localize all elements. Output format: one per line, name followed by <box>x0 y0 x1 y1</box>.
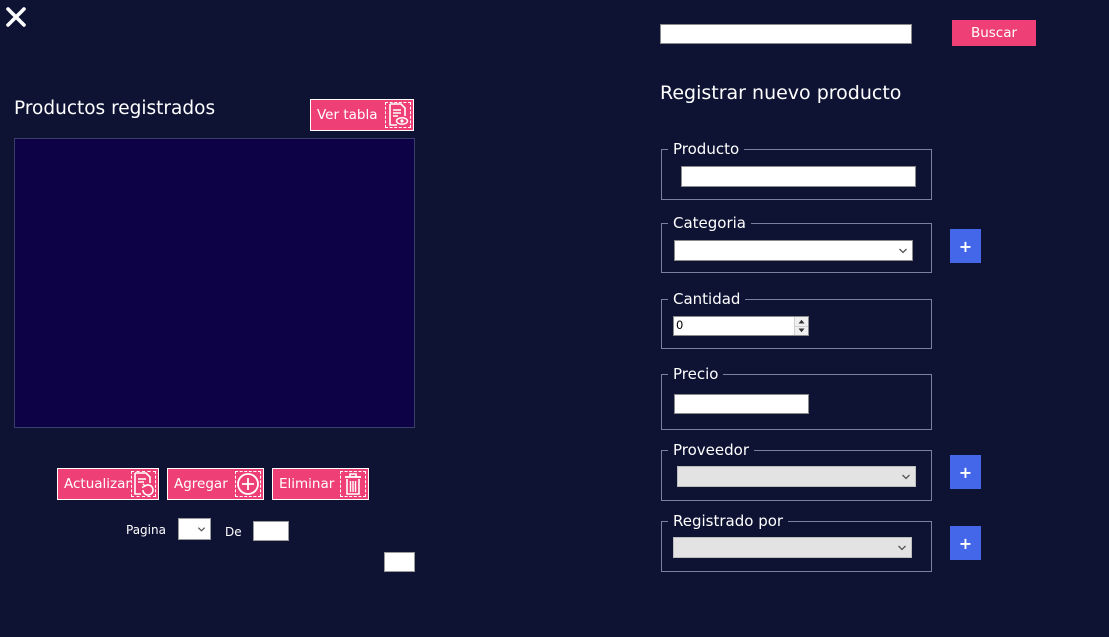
add-categoria-button[interactable]: + <box>950 229 981 263</box>
registrado-por-group: Registrado por <box>661 512 932 572</box>
producto-legend: Producto <box>668 140 745 158</box>
page-label: Pagina <box>126 523 166 537</box>
close-icon[interactable] <box>4 5 28 29</box>
products-data-grid[interactable] <box>14 138 415 428</box>
register-product-title: Registrar nuevo producto <box>660 82 902 104</box>
stepper-controls <box>794 317 808 335</box>
page-input[interactable] <box>384 552 415 572</box>
chevron-down-icon <box>902 474 910 479</box>
add-proveedor-button[interactable]: + <box>950 455 981 489</box>
precio-input[interactable] <box>674 394 809 414</box>
add-product-button[interactable]: Agregar <box>167 468 264 500</box>
plus-circle-icon <box>235 471 261 497</box>
view-table-button[interactable]: Ver tabla <box>310 99 414 131</box>
trash-icon <box>340 471 366 497</box>
search-input[interactable] <box>660 24 912 44</box>
page-select[interactable] <box>178 518 211 540</box>
search-button[interactable]: Buscar <box>952 20 1036 46</box>
categoria-legend: Categoria <box>668 214 752 232</box>
categoria-select[interactable] <box>674 240 913 261</box>
chevron-down-icon <box>898 545 906 550</box>
proveedor-select[interactable] <box>677 466 916 487</box>
delete-product-label: Eliminar <box>279 476 335 492</box>
categoria-group: Categoria <box>661 214 932 273</box>
add-product-label: Agregar <box>174 476 228 492</box>
proveedor-group: Proveedor <box>661 441 932 501</box>
add-registrado-por-button[interactable]: + <box>950 526 981 560</box>
stepper-down-icon[interactable] <box>795 325 808 335</box>
stepper-up-icon[interactable] <box>795 317 808 326</box>
cantidad-value: 0 <box>676 318 684 332</box>
precio-group: Precio <box>661 365 932 430</box>
cantidad-group: Cantidad 0 <box>661 290 932 349</box>
refresh-label: Actualizar <box>64 476 131 492</box>
cantidad-stepper[interactable]: 0 <box>673 316 809 336</box>
view-table-label: Ver tabla <box>317 107 378 123</box>
document-refresh-icon <box>130 471 156 497</box>
document-view-icon <box>385 102 411 128</box>
registrado-por-select[interactable] <box>673 537 912 558</box>
cantidad-legend: Cantidad <box>668 290 746 308</box>
producto-group: Producto <box>661 140 932 200</box>
producto-input[interactable] <box>681 166 916 187</box>
refresh-button[interactable]: Actualizar <box>57 468 159 500</box>
registrado-por-legend: Registrado por <box>668 512 789 530</box>
total-pages-field <box>253 521 289 541</box>
precio-legend: Precio <box>668 365 724 383</box>
chevron-down-icon <box>899 248 907 253</box>
delete-product-button[interactable]: Eliminar <box>272 468 369 500</box>
products-registered-title: Productos registrados <box>14 98 216 119</box>
of-label: De <box>225 525 242 539</box>
chevron-down-icon <box>197 526 206 532</box>
proveedor-legend: Proveedor <box>668 441 754 459</box>
